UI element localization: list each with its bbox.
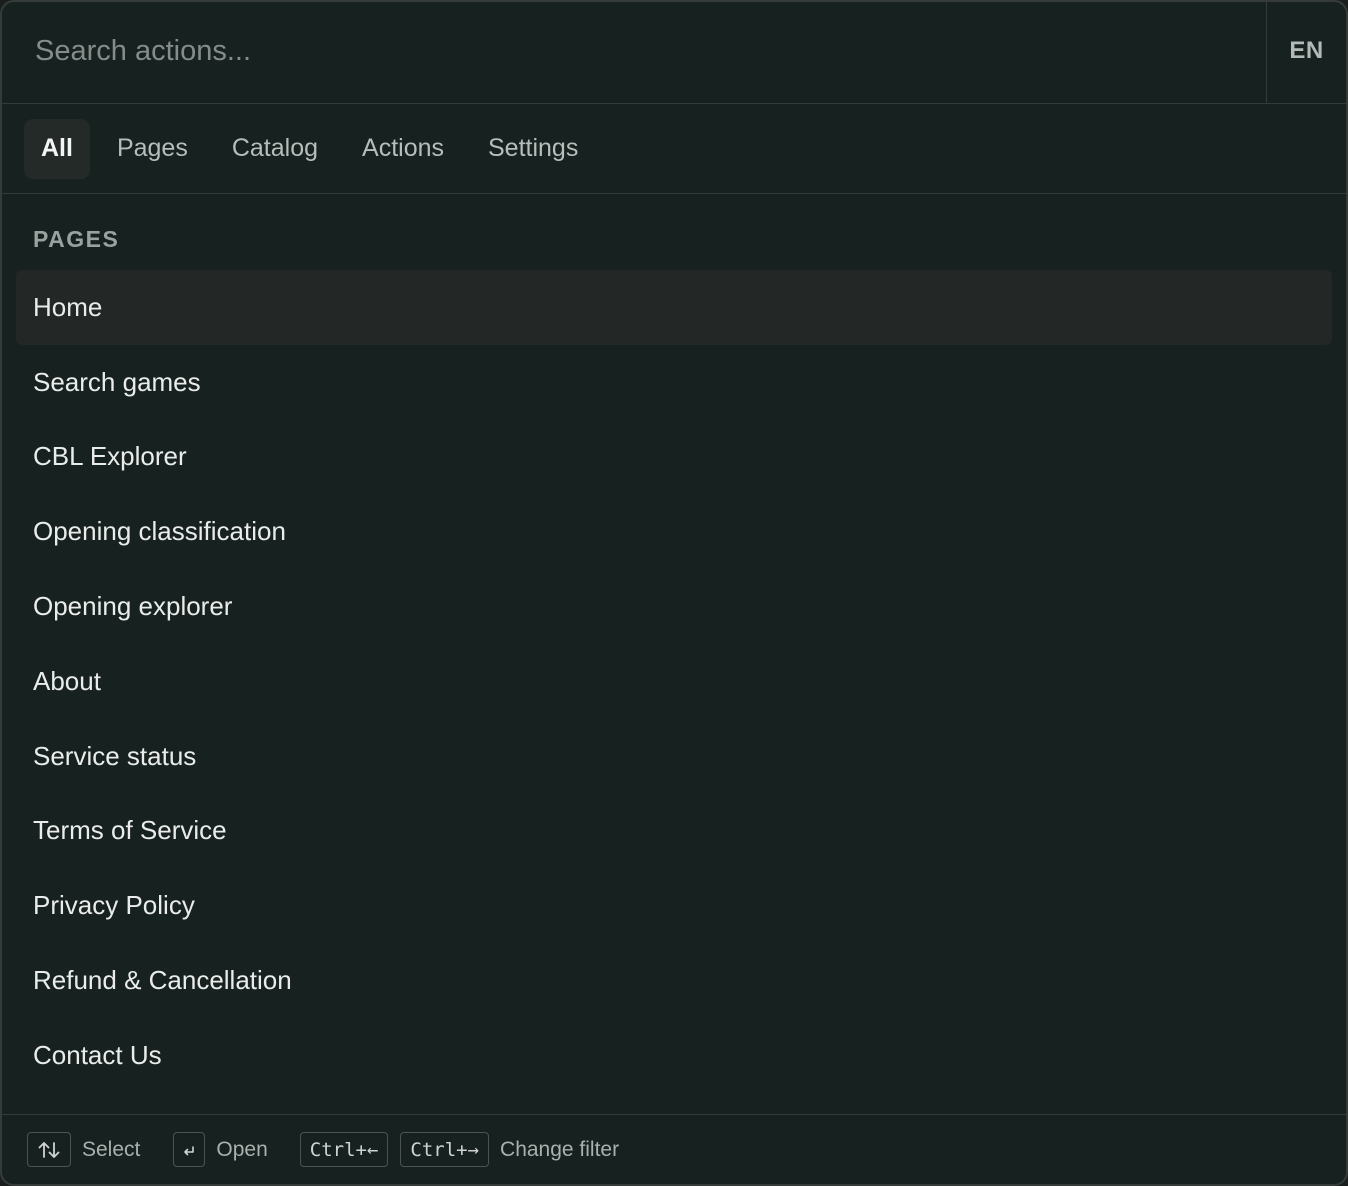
command-palette: EN All Pages Catalog Actions Settings PA… [0, 0, 1348, 1186]
list-item-search-games[interactable]: Search games [16, 345, 1332, 420]
list-item-privacy-policy[interactable]: Privacy Policy [16, 868, 1332, 943]
list-item-terms-of-service[interactable]: Terms of Service [16, 794, 1332, 869]
select-hint: Select [82, 1137, 141, 1161]
list-item-home[interactable]: Home [16, 270, 1332, 345]
list-item-cbl-explorer[interactable]: CBL Explorer [16, 420, 1332, 495]
enter-return-icon [173, 1132, 206, 1167]
ctrl-left-key: Ctrl+← [299, 1132, 389, 1167]
list-item-opening-classification[interactable]: Opening classification [16, 494, 1332, 569]
list-item-contact-us[interactable]: Contact Us [16, 1018, 1332, 1093]
results-list: Home Search games CBL Explorer Opening c… [16, 270, 1332, 1093]
tab-catalog[interactable]: Catalog [215, 119, 335, 179]
tab-all[interactable]: All [24, 118, 90, 179]
arrows-up-down-icon [27, 1132, 71, 1167]
list-item-about[interactable]: About [16, 644, 1332, 719]
filter-tabs: All Pages Catalog Actions Settings [2, 104, 1346, 194]
ctrl-right-key: Ctrl+→ [400, 1132, 490, 1167]
change-filter-hint: Change filter [500, 1137, 620, 1161]
search-bar: EN [2, 2, 1346, 104]
language-button[interactable]: EN [1266, 2, 1346, 104]
section-heading-pages: PAGES [33, 226, 120, 252]
search-input[interactable] [2, 2, 1267, 104]
tab-settings[interactable]: Settings [471, 119, 595, 179]
keyboard-hints-footer: Select Open Ctrl+← Ctrl+→ Change filter [2, 1114, 1346, 1184]
list-item-refund-cancellation[interactable]: Refund & Cancellation [16, 943, 1332, 1018]
list-item-service-status[interactable]: Service status [16, 719, 1332, 794]
tab-pages[interactable]: Pages [100, 119, 205, 179]
list-item-opening-explorer[interactable]: Opening explorer [16, 569, 1332, 644]
open-hint: Open [216, 1137, 268, 1161]
tab-actions[interactable]: Actions [345, 119, 461, 179]
